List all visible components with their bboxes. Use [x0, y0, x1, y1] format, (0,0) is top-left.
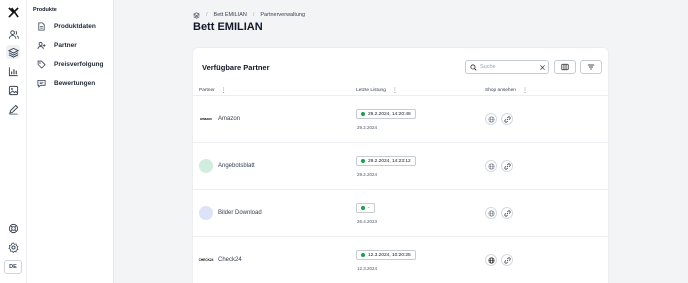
copy-link-button[interactable]	[501, 207, 513, 219]
open-shop-button[interactable]	[485, 113, 497, 125]
status-badge-text: 12.3.2024, 10:20:25	[368, 252, 411, 258]
status-dot-icon	[361, 206, 365, 210]
subnav-item-partner[interactable]: Partner	[37, 39, 77, 51]
clear-search-icon[interactable]	[539, 64, 546, 71]
tag-icon	[37, 60, 46, 69]
link-icon	[504, 163, 510, 169]
subnav-section-title: Produkte	[33, 7, 57, 13]
page-title: Bett EMILIAN	[193, 21, 263, 33]
status-dot-icon	[361, 159, 365, 163]
users-icon[interactable]	[6, 27, 20, 41]
open-shop-button[interactable]	[485, 254, 497, 266]
subnav-item-label: Produktdaten	[54, 22, 96, 30]
table-row[interactable]: Angebotsblatt 29.2.2024, 14:23:12 29.2.2…	[193, 143, 608, 190]
breadcrumb-separator: /	[206, 12, 208, 18]
partner-name: Amazon	[218, 116, 241, 122]
column-header-last-listing[interactable]: Letzte Listung ⋮	[356, 84, 398, 96]
subnav-item-label: Bewertungen	[54, 79, 96, 87]
column-header-label: Shop ansehen	[485, 87, 516, 93]
listing-date: 26.4.2023	[357, 219, 378, 224]
partner-logo-text: amazon	[200, 117, 212, 121]
globe-icon	[488, 163, 494, 169]
globe-icon	[488, 210, 494, 216]
column-header-shop[interactable]: Shop ansehen ⋮	[485, 84, 528, 96]
partner-logo	[199, 159, 213, 173]
table-row[interactable]: CHECK24 Check24 12.3.2024, 10:20:25 12.3…	[193, 237, 608, 283]
columns-icon	[561, 63, 569, 71]
status-dot-icon	[361, 253, 365, 257]
status-badge: -	[356, 203, 375, 213]
partner-logo	[199, 206, 213, 220]
link-icon	[504, 210, 510, 216]
layers-icon[interactable]	[193, 11, 200, 19]
globe-icon	[488, 116, 494, 122]
partner-logo: CHECK24	[199, 253, 213, 267]
app-logo-icon[interactable]	[6, 5, 20, 19]
subnav-item-produktdaten[interactable]: Produktdaten	[37, 20, 96, 32]
partner-name: Angebotsblatt	[218, 163, 255, 169]
partner-name: Check24	[218, 257, 242, 263]
status-badge-text: 29.2.2024, 14:23:12	[368, 158, 411, 164]
listing-date: 12.3.2024	[357, 266, 378, 271]
product-subnav: Produkte Produktdaten Partner Preisverfo…	[27, 0, 114, 283]
bar-chart-icon[interactable]	[6, 64, 20, 78]
user-plus-icon	[37, 41, 46, 49]
listing-date: 29.2.2024	[357, 125, 378, 130]
image-icon[interactable]	[6, 83, 20, 97]
card-title: Verfügbare Partner	[202, 63, 270, 72]
column-header-label: Letzte Listung	[356, 87, 386, 93]
search-input[interactable]	[480, 64, 536, 70]
column-menu-icon[interactable]: ⋮	[522, 87, 528, 94]
column-header-partner[interactable]: Partner ⋮	[199, 84, 227, 96]
layers-icon[interactable]	[6, 45, 20, 59]
icon-rail: DE	[0, 0, 27, 283]
column-menu-icon[interactable]: ⋮	[221, 87, 227, 94]
subnav-item-label: Preisverfolgung	[54, 60, 104, 68]
open-shop-button[interactable]	[485, 207, 497, 219]
filter-button[interactable]	[580, 60, 602, 74]
partner-logo: amazon	[199, 112, 213, 126]
column-header-label: Partner	[199, 87, 215, 93]
review-icon	[37, 79, 46, 88]
columns-button[interactable]	[554, 60, 576, 74]
breadcrumb-item-current: Partnerverwaltung	[260, 12, 306, 18]
status-badge-text: -	[368, 205, 370, 211]
breadcrumb: / Bett EMILIAN / Partnerverwaltung	[193, 10, 305, 20]
status-dot-icon	[361, 112, 365, 116]
status-badge-text: 29.2.2024, 14:20:48	[368, 111, 411, 117]
status-badge: 29.2.2024, 14:23:12	[356, 156, 416, 166]
copy-link-button[interactable]	[501, 113, 513, 125]
subnav-item-label: Partner	[54, 41, 77, 49]
breadcrumb-item-product[interactable]: Bett EMILIAN	[214, 12, 247, 18]
status-badge: 29.2.2024, 14:20:48	[356, 109, 416, 119]
pen-icon[interactable]	[6, 102, 20, 116]
settings-gear-icon[interactable]	[6, 240, 20, 254]
partner-card: Verfügbare Partner Partner ⋮ Letzte List…	[193, 48, 608, 283]
breadcrumb-separator: /	[252, 12, 255, 18]
open-shop-button[interactable]	[485, 160, 497, 172]
status-badge: 12.3.2024, 10:20:25	[356, 250, 416, 260]
copy-link-button[interactable]	[501, 254, 513, 266]
link-icon	[504, 257, 510, 263]
language-switch-button[interactable]: DE	[4, 260, 22, 274]
search-icon	[470, 63, 477, 71]
partner-name: Bilder Download	[218, 210, 262, 216]
table-header: Partner ⋮ Letzte Listung ⋮ Shop ansehen …	[193, 84, 608, 96]
globe-icon	[488, 257, 494, 263]
link-icon	[504, 116, 510, 122]
document-icon	[38, 21, 45, 31]
table-row[interactable]: Bilder Download - 26.4.2023	[193, 190, 608, 237]
table-row[interactable]: amazon Amazon 29.2.2024, 14:20:48 29.2.2…	[193, 96, 608, 143]
subnav-item-bewertungen[interactable]: Bewertungen	[37, 77, 95, 89]
column-menu-icon[interactable]: ⋮	[392, 87, 398, 94]
search-box	[465, 60, 549, 74]
filter-lines-icon	[587, 64, 595, 70]
partner-logo-text: CHECK24	[198, 258, 214, 262]
copy-link-button[interactable]	[501, 160, 513, 172]
listing-date: 29.2.2024	[357, 172, 378, 177]
support-icon[interactable]	[6, 221, 20, 235]
subnav-item-preisverfolgung[interactable]: Preisverfolgung	[37, 58, 103, 70]
